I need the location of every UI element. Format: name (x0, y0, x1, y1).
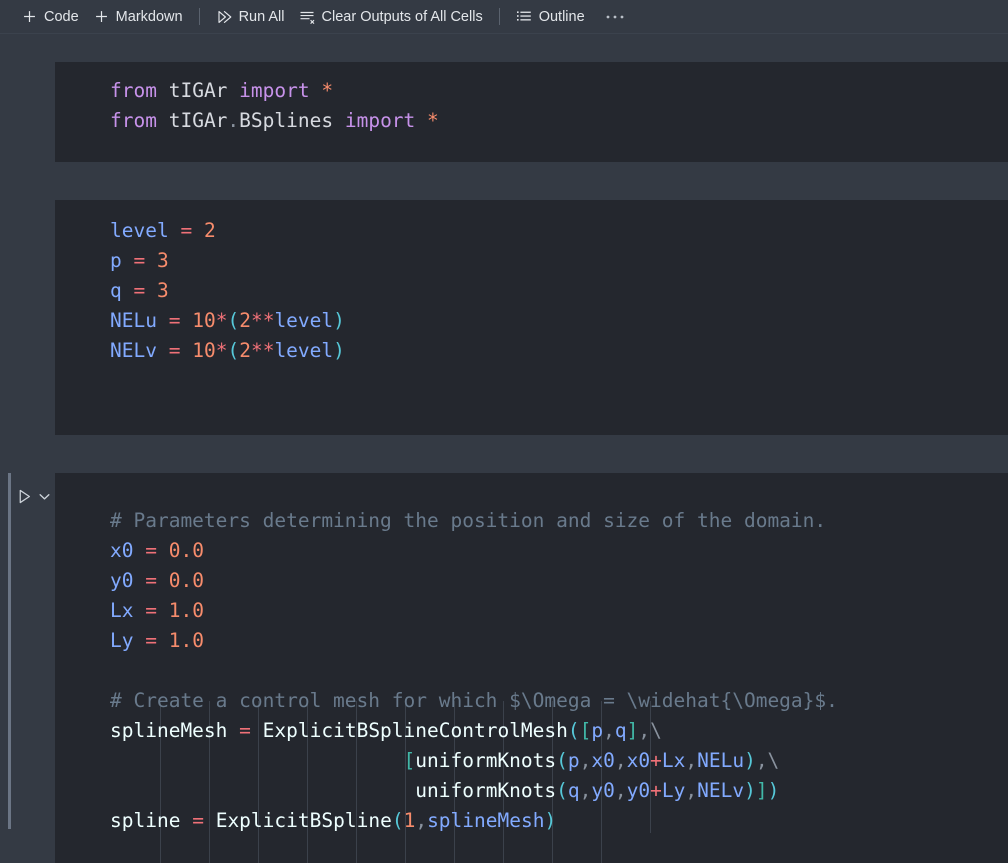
code-content[interactable]: from tIGAr import *from tIGAr.BSplines i… (55, 62, 1008, 150)
code-line: spline = ExplicitBSpline(1,splineMesh) (160, 806, 1008, 836)
add-markdown-label: Markdown (116, 9, 183, 25)
code-line: splineMesh = ExplicitBSplineControlMesh(… (160, 716, 1008, 746)
code-line: level = 2 (160, 216, 1008, 246)
code-editor[interactable]: from tIGAr import *from tIGAr.BSplines i… (55, 62, 1008, 162)
more-actions-icon[interactable] (597, 4, 633, 30)
code-line: y0 = 0.0 (160, 566, 1008, 596)
code-line: [uniformKnots(p,x0,x0+Lx,NELu),\ (160, 746, 1008, 776)
code-line: uniformKnots(q,y0,y0+Ly,NELv)]) (160, 776, 1008, 806)
plus-icon (21, 8, 38, 25)
code-line: from tIGAr import * (160, 76, 1008, 106)
code-line: q = 3 (160, 276, 1008, 306)
add-code-label: Code (44, 9, 79, 25)
list-icon (516, 8, 533, 25)
selected-cell-indicator (8, 473, 11, 829)
toolbar-divider (199, 8, 200, 25)
outline-label: Outline (539, 9, 585, 25)
code-line: p = 3 (160, 246, 1008, 276)
code-content[interactable]: level = 2p = 3q = 3NELu = 10*(2**level)N… (55, 200, 1008, 380)
run-all-label: Run All (239, 9, 285, 25)
run-all-button[interactable]: Run All (209, 4, 292, 30)
code-line: Ly = 1.0 (160, 626, 1008, 656)
outline-button[interactable]: Outline (509, 4, 592, 30)
clear-outputs-button[interactable]: Clear Outputs of All Cells (292, 4, 490, 30)
code-line: # Parameters determining the position an… (160, 506, 1008, 536)
code-line: # Create a control mesh for which $\Omeg… (160, 686, 1008, 716)
add-code-button[interactable]: Code (14, 4, 86, 30)
code-line: NELu = 10*(2**level) (160, 306, 1008, 336)
plus-icon (93, 8, 110, 25)
code-editor[interactable]: # Parameters determining the position an… (55, 473, 1008, 863)
add-markdown-button[interactable]: Markdown (86, 4, 190, 30)
code-line (160, 656, 1008, 686)
code-editor[interactable]: level = 2p = 3q = 3NELu = 10*(2**level)N… (55, 200, 1008, 435)
code-line: Lx = 1.0 (160, 596, 1008, 626)
code-content[interactable]: # Parameters determining the position an… (55, 473, 1008, 850)
run-all-icon (216, 8, 233, 25)
notebook-toolbar: Code Markdown Run All Clear Outputs of A… (0, 0, 1008, 34)
code-line: x0 = 0.0 (160, 536, 1008, 566)
clear-outputs-icon (299, 8, 316, 25)
play-icon[interactable] (16, 488, 33, 505)
cell-run-gutter (14, 473, 55, 519)
code-line: from tIGAr.BSplines import * (160, 106, 1008, 136)
toolbar-divider (499, 8, 500, 25)
code-line: NELv = 10*(2**level) (160, 336, 1008, 366)
notebook-cell-list: from tIGAr import *from tIGAr.BSplines i… (0, 34, 1008, 829)
clear-outputs-label: Clear Outputs of All Cells (322, 9, 483, 25)
chevron-down-icon[interactable] (38, 490, 51, 503)
